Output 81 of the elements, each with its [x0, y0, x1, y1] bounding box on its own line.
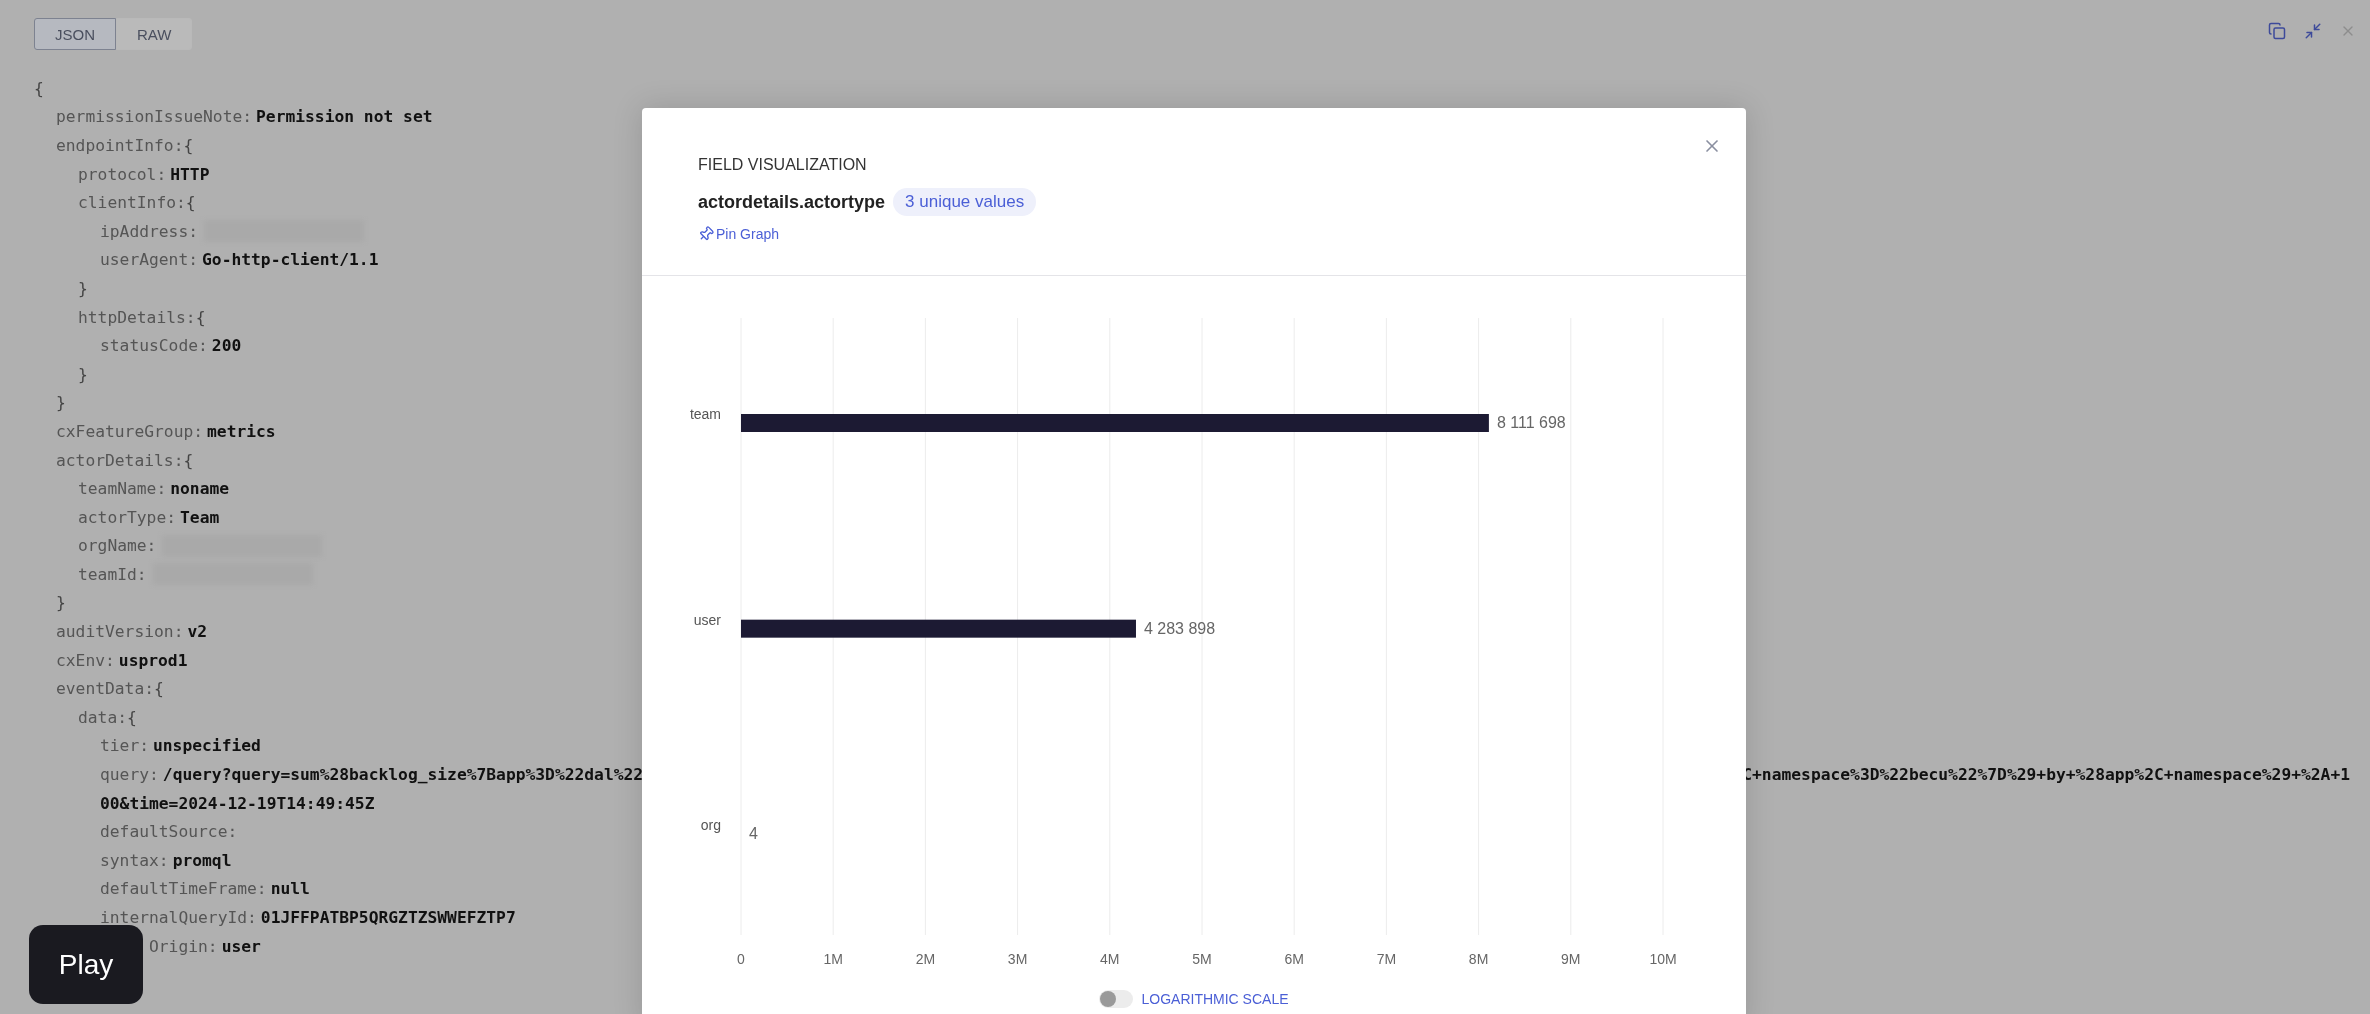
json-value: user: [221, 936, 261, 956]
json-key: teamId:: [78, 564, 147, 584]
json-key: defaultTimeFrame:: [100, 879, 267, 899]
json-value: metrics: [207, 421, 276, 441]
json-key: protocol:: [78, 164, 167, 184]
json-value: promql: [172, 850, 232, 870]
brace: {: [185, 193, 196, 213]
json-key: actorDetails:: [56, 450, 184, 470]
copy-icon[interactable]: [2268, 22, 2286, 40]
json-key: internalQueryId:: [100, 908, 257, 927]
json-value: HTTP: [170, 164, 210, 184]
json-key: data:: [78, 707, 127, 727]
field-name: actordetails.actortype: [698, 191, 886, 213]
axis-tick-label: 7M: [1376, 951, 1397, 967]
json-key: statusCode:: [100, 336, 208, 356]
json-value: C+namespace%3D%22becu%22%7D%29+by+%28app%2C+namespace%29+%2A+1: [1742, 765, 2350, 785]
play-button[interactable]: Play: [29, 925, 143, 1004]
json-key: endpointInfo:: [56, 136, 184, 155]
axis-tick-label: 2M: [915, 951, 936, 967]
json-key: syntax:: [100, 850, 169, 870]
json-key: query:: [100, 765, 159, 785]
json-value: null: [270, 879, 310, 899]
json-value: 200: [211, 336, 242, 356]
brace: }: [56, 393, 66, 413]
axis-tick-label: 8M: [1468, 951, 1489, 967]
axis-tick-label: 6M: [1284, 951, 1304, 967]
category-label: user: [693, 611, 721, 628]
value-label: 4: [749, 825, 758, 843]
value-label: 8 111 698: [1496, 414, 1566, 431]
brace: {: [127, 707, 137, 727]
json-value: usprod1: [118, 650, 188, 670]
json-value: 00&time=2024-12-19T14:49:45Z: [100, 793, 375, 813]
json-key: actorType:: [78, 507, 177, 527]
value-label: 4 283 898: [1144, 619, 1216, 637]
json-key: cxFeatureGroup:: [56, 421, 204, 441]
json-key: userAgent:: [100, 250, 199, 270]
json-value: noname: [170, 479, 230, 499]
minimize-icon[interactable]: [2304, 22, 2322, 40]
brace: {: [195, 307, 206, 327]
brace: {: [183, 450, 194, 470]
brace: }: [78, 278, 88, 298]
axis-tick-label: 5M: [1192, 951, 1212, 967]
json-key: httpDetails:: [78, 307, 196, 327]
json-value: Team: [180, 507, 220, 527]
axis-tick-label: 4M: [1100, 951, 1120, 967]
json-key: defaultSource:: [100, 822, 238, 842]
json-key: teamName:: [78, 479, 167, 499]
json-key: clientInfo:: [78, 193, 186, 213]
axis-tick-label: 9M: [1561, 951, 1581, 967]
category-label: org: [700, 817, 721, 834]
axis-tick-label: 0: [737, 951, 745, 967]
json-value: 01JFFPATBP5QRGZTZSWWEFZTP7: [260, 908, 516, 927]
category-label: team: [689, 406, 721, 422]
dialog-eyebrow: FIELD VISUALIZATION: [698, 156, 867, 174]
brace: }: [78, 364, 88, 384]
unique-values-badge: 3 unique values: [893, 188, 1037, 216]
json-key: cxEnv:: [56, 650, 115, 670]
json-value: v2: [187, 622, 208, 642]
brace: {: [183, 136, 194, 155]
json-value: Go-http-client/1.1: [202, 250, 379, 270]
brace: {: [34, 78, 44, 98]
json-key: orgName:: [78, 536, 157, 556]
log-scale-toggle[interactable]: [1099, 990, 1134, 1008]
json-key: auditVersion:: [56, 622, 184, 642]
axis-tick-label: 3M: [1007, 951, 1028, 967]
json-key: permissionIssueNote:: [56, 107, 253, 127]
brace: {: [154, 679, 164, 699]
json-key: ipAddress:: [100, 221, 199, 241]
json-value: Permission not set: [256, 107, 433, 127]
view-tab[interactable]: RAW: [116, 18, 193, 50]
json-value: /query?query=sum%28backlog_size%7Bapp%3D%22dal%22: [162, 765, 644, 785]
toggle-label: LOGARITHMIC SCALE: [1141, 991, 1289, 1007]
view-tab[interactable]: JSON: [34, 18, 116, 50]
json-key: eventData:: [56, 679, 155, 699]
brace: }: [56, 593, 66, 613]
json-value: unspecified: [153, 736, 261, 756]
axis-tick-label: 1M: [823, 951, 843, 967]
pin-graph-link[interactable]: Pin Graph: [698, 226, 780, 242]
json-key: tier:: [100, 736, 149, 756]
json-key: Origin:: [149, 936, 218, 956]
axis-tick-label: 10M: [1649, 951, 1677, 967]
